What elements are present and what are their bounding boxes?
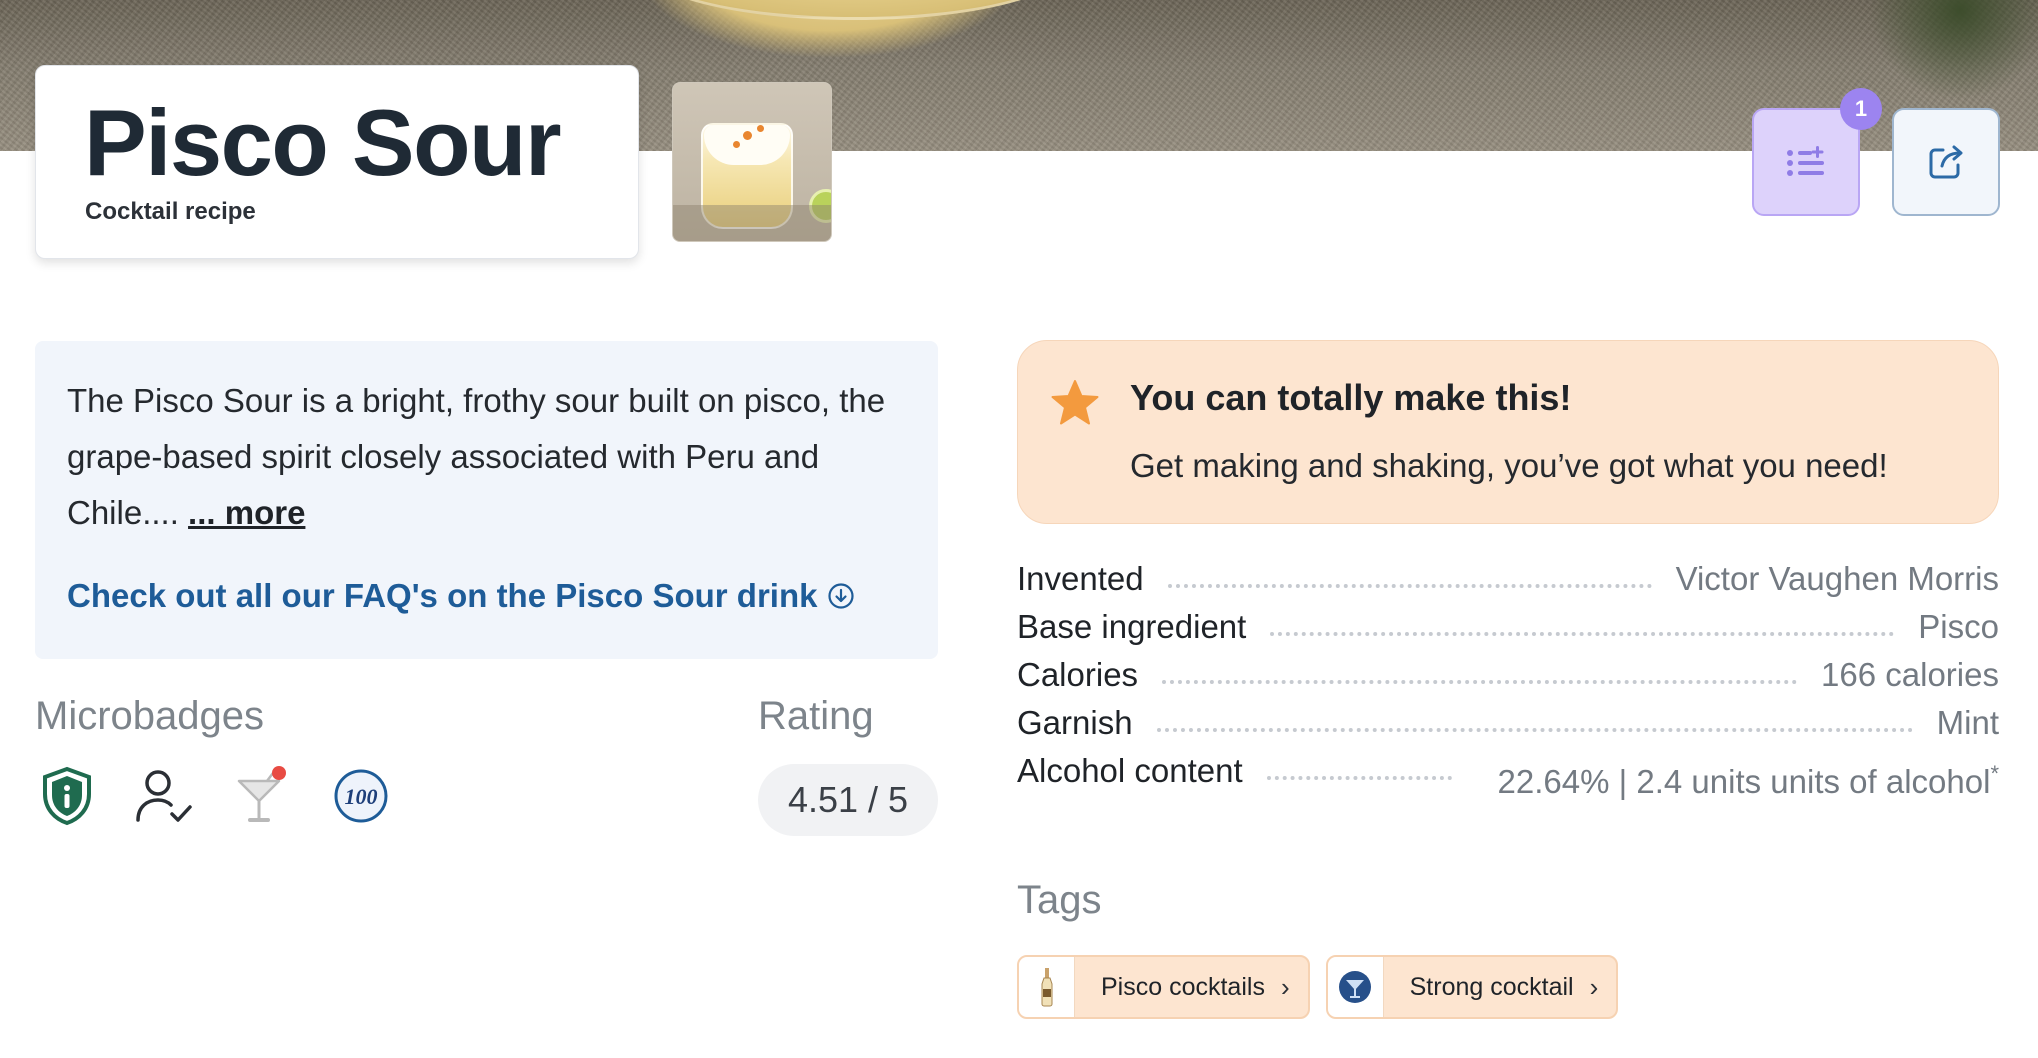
- page-title: Pisco Sour: [84, 90, 562, 195]
- fact-row-invented: Invented Victor Vaughen Morris: [1017, 558, 1999, 606]
- fact-value: 166 calories: [1821, 656, 1999, 693]
- microbadges-list: 100: [35, 764, 393, 828]
- fact-leader-dots: [1167, 558, 1652, 588]
- description-box: The Pisco Sour is a bright, frothy sour …: [35, 341, 938, 659]
- fact-leader-dots: [1162, 654, 1798, 684]
- rating-title: Rating: [758, 694, 874, 738]
- share-icon: [1929, 145, 1963, 179]
- fact-label: Alcohol content: [1017, 752, 1243, 789]
- fact-row-alcohol-content: Alcohol content 22.64% | 2.4 units units…: [1017, 750, 1999, 846]
- fact-row-calories: Calories 166 calories: [1017, 654, 1999, 702]
- star-icon: [1051, 380, 1099, 425]
- tags-title: Tags: [1017, 878, 1102, 922]
- cocktail-thumbnail[interactable]: [672, 82, 832, 242]
- make-this-callout: You can totally make this! Get making an…: [1017, 340, 1999, 524]
- thumbnail-garnish-dot: [733, 141, 740, 148]
- callout-title: You can totally make this!: [1130, 377, 1572, 418]
- fact-row-garnish: Garnish Mint: [1017, 702, 1999, 750]
- rating-value: 4.51 / 5: [758, 764, 938, 836]
- list-count-badge: 1: [1840, 88, 1882, 130]
- fact-leader-dots: [1266, 750, 1452, 780]
- bottle-icon: [1019, 957, 1075, 1017]
- tags-list: Pisco cocktails › Strong cocktail ›: [1017, 955, 1619, 1019]
- recipe-facts: Invented Victor Vaughen Morris Base ingr…: [1017, 558, 1999, 846]
- fact-row-base-ingredient: Base ingredient Pisco: [1017, 606, 1999, 654]
- cocktail-glass-icon[interactable]: [231, 764, 295, 828]
- microbadges-title: Microbadges: [35, 694, 265, 738]
- fact-label: Garnish: [1017, 704, 1133, 741]
- thumbnail-garnish-dot: [757, 125, 764, 132]
- faq-link-label: Check out all our FAQ's on the Pisco Sou…: [67, 577, 818, 614]
- hero-cocktail-image: [640, 0, 1070, 20]
- alcohol-value-text: 22.64% | 2.4 units units of alcohol: [1497, 763, 1991, 800]
- read-more-link[interactable]: ... more: [188, 494, 305, 531]
- user-check-icon[interactable]: [133, 764, 197, 828]
- list-plus-icon: [1787, 146, 1824, 176]
- thumbnail-cloth: [673, 205, 831, 241]
- tag-label: Pisco cocktails: [1101, 972, 1265, 1001]
- fact-value: Mint: [1936, 704, 1999, 741]
- footnote-marker: *: [1990, 761, 1999, 786]
- page-subtitle: Cocktail recipe: [85, 198, 256, 225]
- faq-link[interactable]: Check out all our FAQ's on the Pisco Sou…: [67, 577, 855, 615]
- add-to-list-button[interactable]: [1752, 108, 1860, 216]
- title-card: Pisco Sour Cocktail recipe: [35, 65, 639, 259]
- shield-info-icon[interactable]: [35, 764, 99, 828]
- svg-text:100: 100: [345, 784, 378, 809]
- fact-value: Victor Vaughen Morris: [1675, 560, 1999, 597]
- chevron-right-icon: ›: [1280, 971, 1290, 1002]
- fact-leader-dots: [1270, 606, 1895, 636]
- share-button[interactable]: [1892, 108, 2000, 216]
- fact-label: Calories: [1017, 656, 1139, 693]
- fact-label: Base ingredient: [1017, 608, 1247, 645]
- fact-value: 22.64% | 2.4 units units of alcohol*: [1476, 750, 1999, 806]
- martini-glass-icon: [1327, 957, 1384, 1017]
- fact-label: Invented: [1017, 560, 1144, 597]
- tag-label: Strong cocktail: [1409, 972, 1574, 1001]
- 100-badge-icon[interactable]: 100: [329, 764, 393, 828]
- fact-value: Pisco: [1918, 608, 1999, 645]
- tag-strong-cocktail[interactable]: Strong cocktail ›: [1325, 955, 1619, 1019]
- tag-pisco-cocktails[interactable]: Pisco cocktails ›: [1017, 955, 1310, 1019]
- description-text: The Pisco Sour is a bright, frothy sour …: [67, 373, 917, 541]
- callout-subtitle: Get making and shaking, you’ve got what …: [1130, 447, 1888, 484]
- fact-leader-dots: [1156, 702, 1913, 732]
- arrow-down-circle-icon: [828, 583, 855, 609]
- thumbnail-garnish-dot: [743, 131, 752, 140]
- chevron-right-icon: ›: [1589, 971, 1599, 1002]
